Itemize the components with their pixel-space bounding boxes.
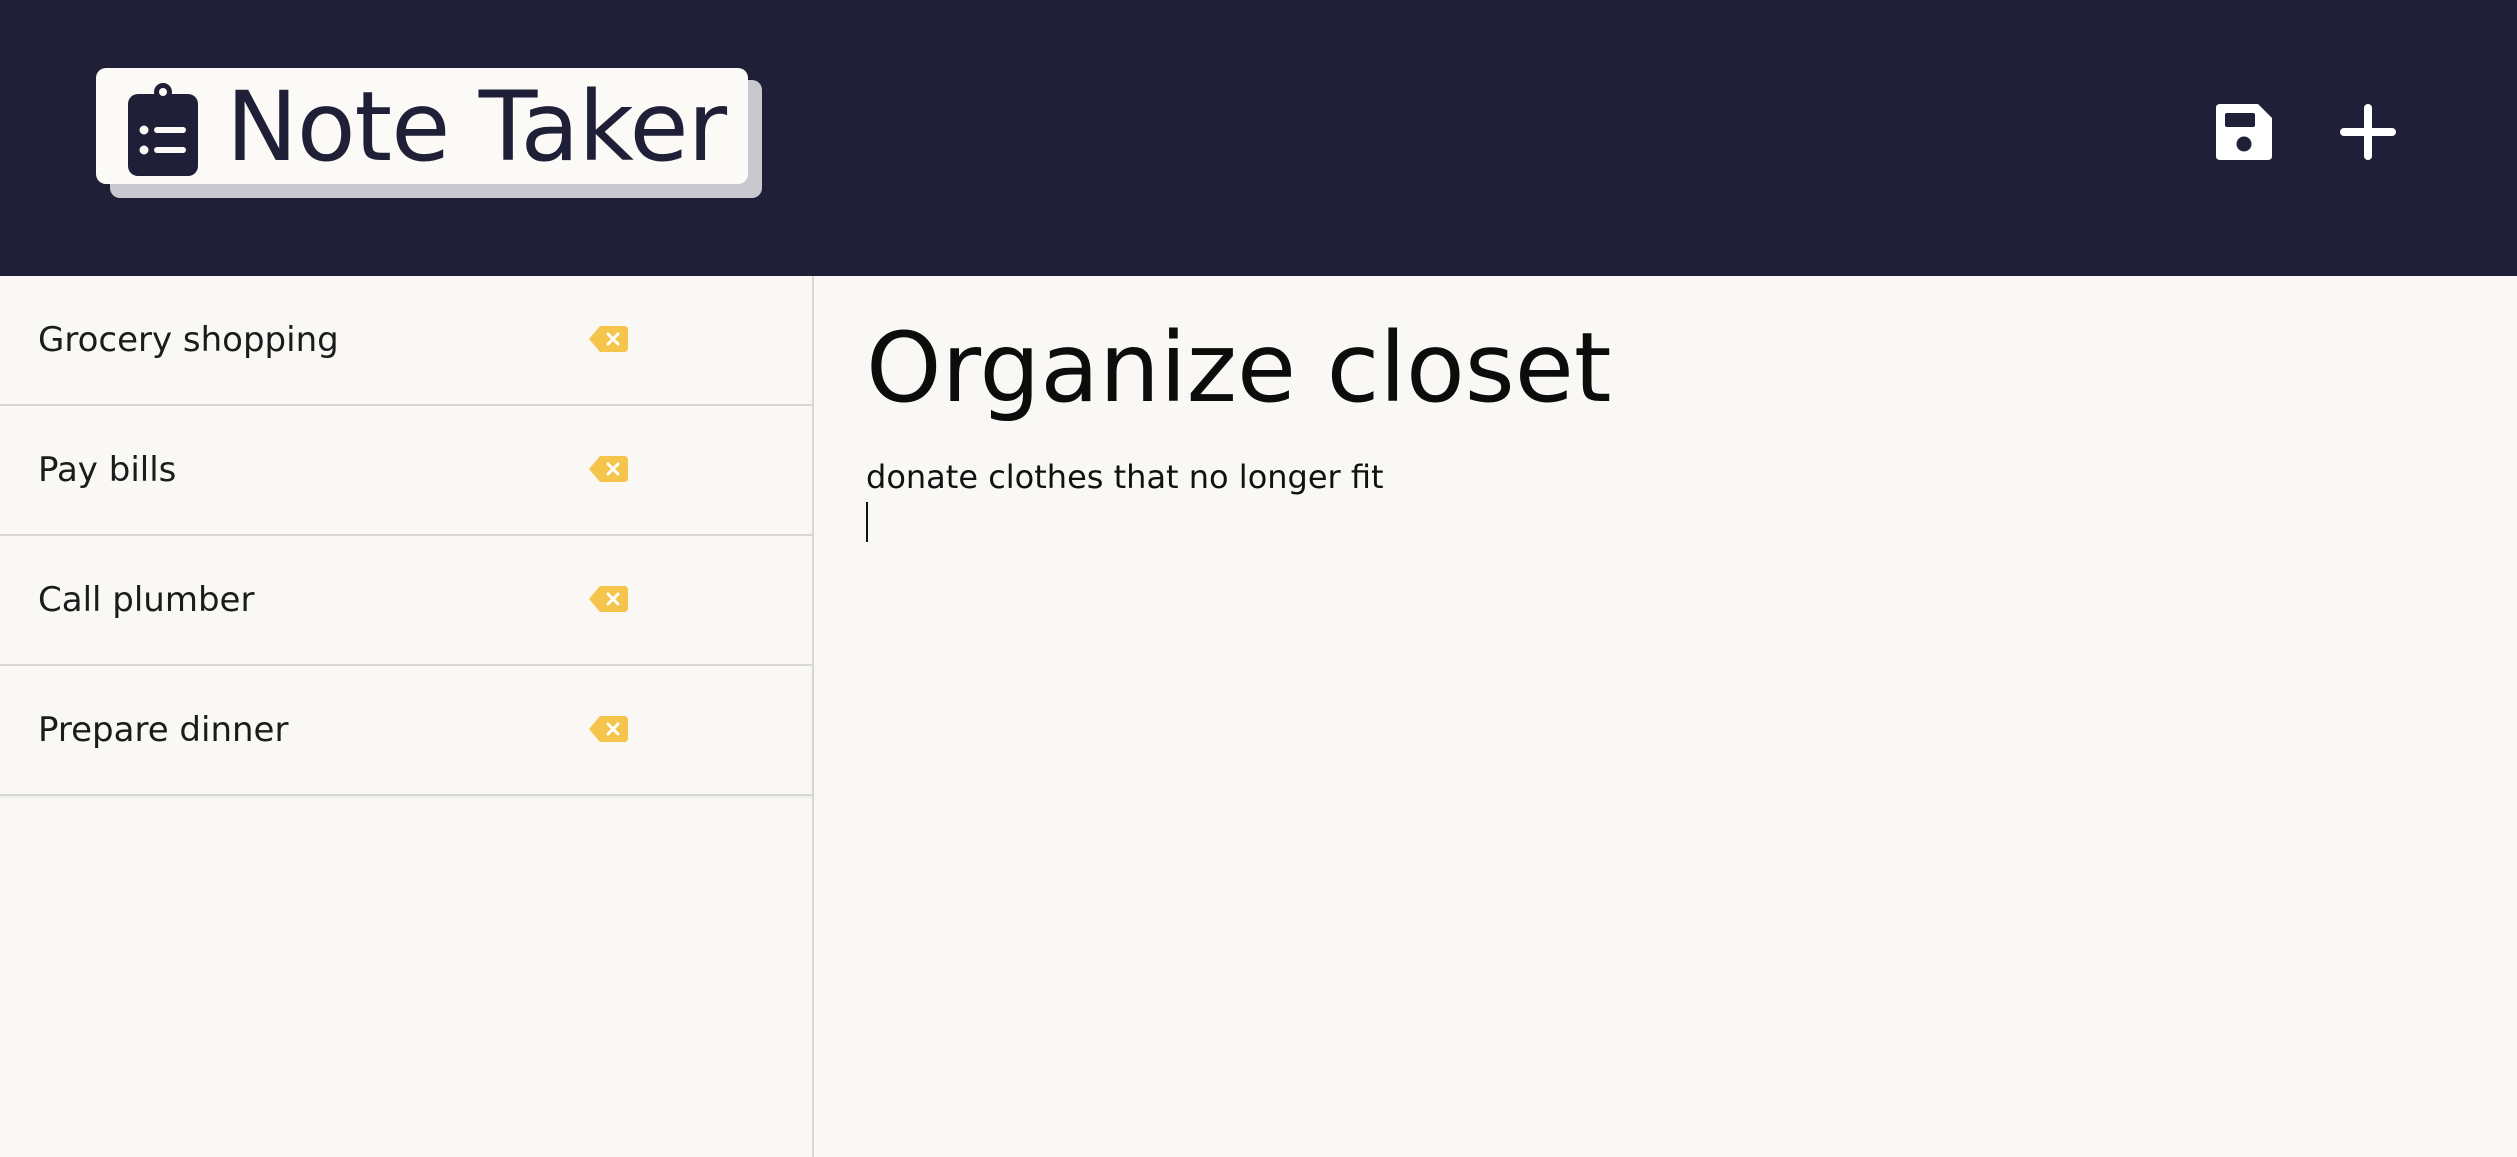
note-list-item-title: Pay bills <box>38 450 177 490</box>
note-list-item[interactable]: Grocery shopping <box>0 276 812 406</box>
note-title-input[interactable]: Organize closet <box>866 308 2466 428</box>
note-body-textarea[interactable]: donate clothes that no longer fit <box>866 454 2466 1114</box>
plus-icon <box>2340 104 2396 160</box>
note-list-item-title: Grocery shopping <box>38 320 339 360</box>
note-editor: Organize closet donate clothes that no l… <box>816 276 2517 1157</box>
delete-note-icon[interactable] <box>588 324 630 354</box>
note-list-item[interactable]: Call plumber <box>0 536 812 666</box>
delete-note-icon[interactable] <box>588 714 630 744</box>
text-cursor <box>866 502 868 542</box>
app-header: Note Taker <box>0 0 2517 276</box>
note-list-item[interactable]: Pay bills <box>0 406 812 536</box>
floppy-disk-icon <box>2216 104 2272 160</box>
notes-sidebar: Grocery shopping Pay bills Call plumber … <box>0 276 814 1157</box>
delete-note-icon[interactable] <box>588 584 630 614</box>
brand-logo: Note Taker <box>96 68 762 198</box>
app-title: Note Taker <box>226 71 727 183</box>
new-note-button[interactable] <box>2330 94 2406 170</box>
note-list-item[interactable]: Prepare dinner <box>0 666 812 796</box>
delete-note-icon[interactable] <box>588 454 630 484</box>
note-list-item-title: Prepare dinner <box>38 710 289 750</box>
note-list-item-title: Call plumber <box>38 580 255 620</box>
save-note-button[interactable] <box>2206 94 2282 170</box>
note-list: Grocery shopping Pay bills Call plumber … <box>0 276 812 796</box>
clipboard-list-icon <box>128 83 198 176</box>
brand-badge: Note Taker <box>96 68 748 184</box>
